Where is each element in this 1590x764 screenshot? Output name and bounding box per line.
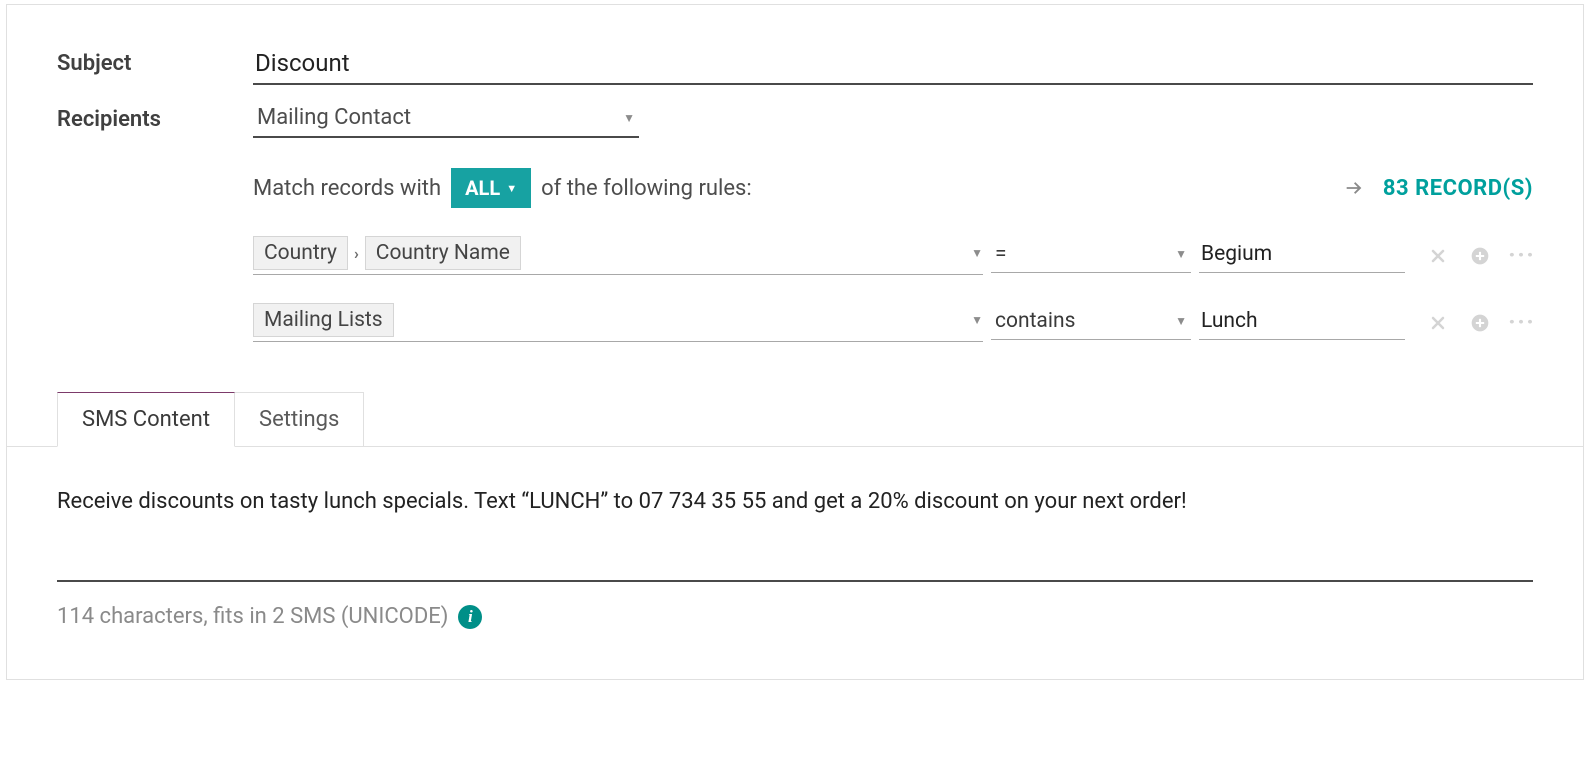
rule-value-input[interactable] — [1199, 238, 1405, 273]
rule-actions: ··· — [1427, 310, 1533, 335]
more-rule-options-button[interactable]: ··· — [1511, 243, 1533, 268]
field-chip[interactable]: Country — [253, 236, 348, 270]
field-chip[interactable]: Country Name — [365, 236, 521, 270]
rule-operator-select[interactable]: contains ▼ — [991, 305, 1191, 340]
subject-label: Subject — [57, 45, 253, 76]
rule-field-selector[interactable]: Country › Country Name ▼ — [253, 236, 983, 275]
sms-content-panel: 114 characters, fits in 2 SMS (UNICODE) … — [57, 487, 1533, 659]
more-rule-options-button[interactable]: ··· — [1511, 310, 1533, 335]
caret-down-icon: ▼ — [1175, 247, 1187, 261]
add-rule-button[interactable] — [1469, 313, 1491, 333]
match-prefix: Match records with — [253, 176, 441, 201]
rule-value-input[interactable] — [1199, 305, 1405, 340]
records-count-text: 83 RECORD(S) — [1383, 176, 1533, 201]
recipients-select-value: Mailing Contact — [257, 105, 411, 130]
caret-down-icon: ▼ — [1175, 314, 1187, 328]
match-mode-label: ALL — [465, 176, 500, 200]
tab-settings[interactable]: Settings — [235, 392, 364, 447]
tab-sms-content[interactable]: SMS Content — [57, 392, 235, 447]
match-mode-toggle[interactable]: ALL ▼ — [451, 168, 531, 208]
sms-text-input[interactable] — [57, 487, 1533, 582]
tab-label: Settings — [259, 407, 339, 432]
subject-input[interactable] — [253, 45, 1533, 85]
remove-rule-button[interactable] — [1427, 313, 1449, 333]
rule-operator-select[interactable]: = ▼ — [991, 238, 1191, 273]
rule-field-selector[interactable]: Mailing Lists ▼ — [253, 303, 983, 342]
field-chip[interactable]: Mailing Lists — [253, 303, 394, 337]
sms-mailing-form: Subject Recipients Mailing Contact ▼ Mat… — [6, 4, 1584, 680]
filter-rule-row: Mailing Lists ▼ contains ▼ ··· — [253, 303, 1533, 342]
close-icon — [1428, 313, 1448, 333]
add-rule-button[interactable] — [1469, 246, 1491, 266]
rule-operator-value: contains — [995, 309, 1075, 333]
close-icon — [1428, 246, 1448, 266]
caret-down-icon: ▼ — [971, 313, 983, 327]
caret-down-icon: ▼ — [971, 246, 983, 260]
character-count: 114 characters, fits in 2 SMS (UNICODE) … — [57, 604, 1533, 659]
match-suffix: of the following rules: — [541, 176, 752, 201]
recipients-select[interactable]: Mailing Contact ▼ — [253, 101, 639, 138]
remove-rule-button[interactable] — [1427, 246, 1449, 266]
match-records-row: Match records with ALL ▼ of the followin… — [253, 168, 1533, 208]
plus-circle-icon — [1470, 246, 1490, 266]
rule-actions: ··· — [1427, 243, 1533, 268]
records-count-link[interactable]: 83 RECORD(S) — [1343, 176, 1533, 201]
tabs: SMS Content Settings — [57, 392, 1533, 447]
caret-down-icon: ▼ — [506, 182, 517, 195]
plus-circle-icon — [1470, 313, 1490, 333]
filter-rule-row: Country › Country Name ▼ = ▼ — [253, 236, 1533, 275]
caret-down-icon: ▼ — [623, 111, 635, 125]
rule-operator-value: = — [995, 242, 1007, 266]
subject-row: Subject — [57, 45, 1533, 85]
info-icon[interactable]: i — [458, 605, 482, 629]
chevron-right-icon: › — [354, 244, 359, 263]
recipients-label: Recipients — [57, 101, 253, 132]
arrow-right-icon — [1343, 177, 1365, 199]
char-count-text: 114 characters, fits in 2 SMS (UNICODE) — [57, 604, 448, 629]
recipients-row: Recipients Mailing Contact ▼ Match recor… — [57, 101, 1533, 342]
tab-label: SMS Content — [82, 407, 210, 432]
